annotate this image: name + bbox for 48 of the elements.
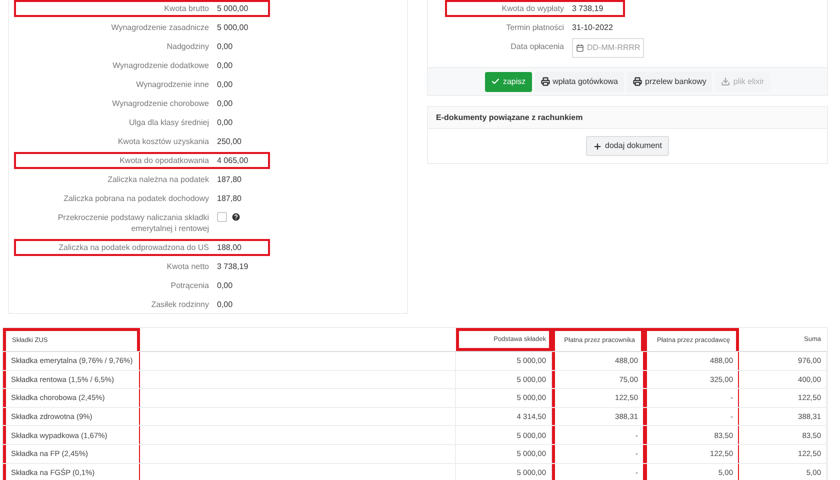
- field-label: Kwota netto: [166, 261, 209, 272]
- field-value: 187,80: [217, 174, 242, 185]
- field-value: 4 065,00: [217, 155, 250, 166]
- field-label: Zaliczka pobrana na podatek dochodowy: [62, 193, 209, 204]
- field-label: Kwota do wypłaty: [500, 3, 564, 14]
- printer-icon: [633, 77, 642, 86]
- field-label: Kwota do opodatkowania: [118, 155, 209, 166]
- add-document-button[interactable]: dodaj dokument: [586, 136, 669, 156]
- field-label: Ulga dla klasy średniej: [128, 117, 209, 128]
- field-value: 5 000,00: [217, 22, 250, 33]
- field-value: 3 738,19: [572, 3, 604, 14]
- field-label: Kwota brutto: [163, 3, 209, 14]
- field-value: 187,80: [217, 193, 242, 204]
- field-label: Zasiłek rodzinny: [150, 299, 209, 310]
- field-label: Wynagrodzenie inne: [135, 79, 209, 90]
- field-label: Wynagrodzenie chorobowe: [111, 98, 209, 109]
- field-value: 5 000,00: [217, 3, 250, 14]
- printer-icon: [540, 77, 550, 86]
- calendar-icon: [576, 44, 584, 52]
- field-value: 188,00: [217, 242, 242, 253]
- panel-title: E-dokumenty powiązane z rachunkiem: [436, 112, 583, 124]
- field-value: 31-10-2022: [572, 22, 614, 33]
- plus-icon: [593, 142, 602, 150]
- field-value: 0,00: [217, 98, 234, 109]
- field-value: 0,00: [217, 79, 234, 90]
- download-icon: [721, 77, 730, 86]
- action-button[interactable]: przelew bankowy: [627, 72, 712, 92]
- field-value: 0,00: [217, 280, 234, 291]
- field-label: Nadgodziny: [166, 41, 209, 52]
- field-label: Przekroczenie podstawy naliczania składki emerytalnej i rentowej: [56, 212, 209, 234]
- field-label: Wynagrodzenie dodatkowe: [112, 60, 209, 71]
- field-value: 0,00: [217, 41, 234, 52]
- check-icon: [490, 77, 500, 86]
- field-label: Zaliczka należna na podatek: [106, 174, 209, 185]
- help-icon[interactable]: [231, 212, 241, 222]
- field-label: Data opłacenia: [510, 41, 564, 52]
- field-label: Zaliczka na podatek odprowadzona do US: [58, 242, 209, 253]
- field-value: 0,00: [217, 299, 234, 310]
- field-value: 250,00: [217, 136, 242, 147]
- field-value: 0,00: [217, 117, 234, 128]
- checkbox[interactable]: [217, 212, 227, 222]
- field-value: 3 738,19: [217, 261, 250, 272]
- field-value: 0,00: [217, 60, 234, 71]
- field-label: Termin płatności: [505, 22, 564, 33]
- action-button[interactable]: wpłata gotówkowa: [534, 72, 624, 92]
- field-label: Kwota kosztów uzyskania: [116, 136, 209, 147]
- field-label: Potrącenia: [170, 280, 209, 291]
- field-label: Wynagrodzenie zasadnicze: [110, 22, 209, 33]
